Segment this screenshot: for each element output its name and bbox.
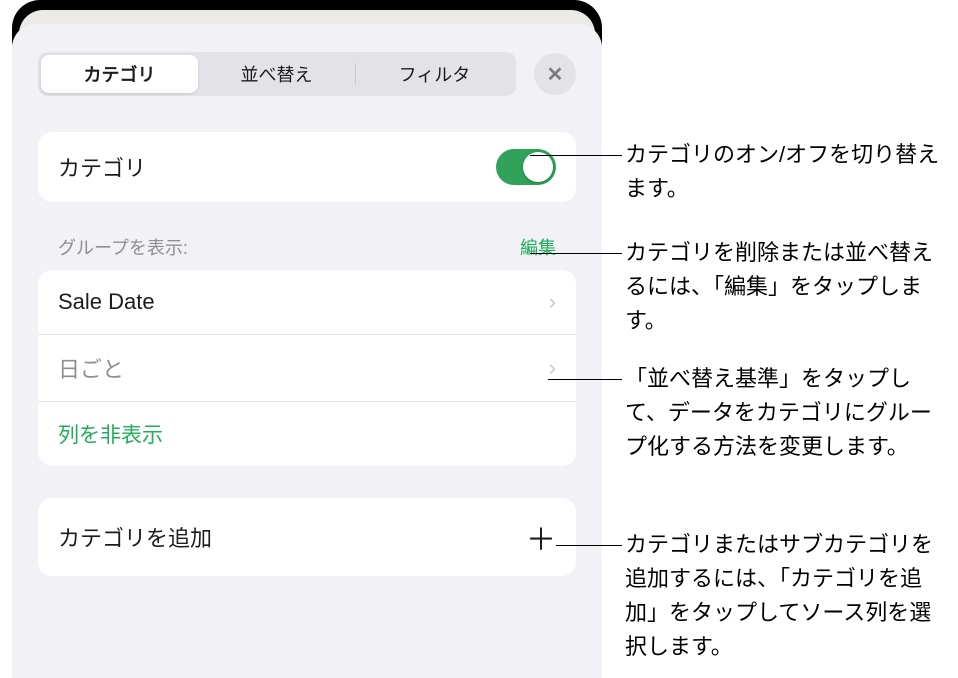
callout-sort-by: 「並べ替え基準」をタップして、データをカテゴリにグループ化する方法を変更します。 [625,362,945,464]
chevron-right-icon: › [549,355,556,381]
row-label: 日ごと [58,352,124,384]
groups-section-header: グループを表示: 編集 [38,234,576,270]
callout-text: カテゴリまたはサブカテゴリを追加するには、「カテゴリを追加」をタップしてソース列… [625,532,933,659]
tab-filter[interactable]: フィルタ [356,55,513,93]
close-icon: ✕ [547,62,564,87]
add-category-card: カテゴリを追加 ＋ [38,498,576,576]
callout-add: カテゴリまたはサブカテゴリを追加するには、「カテゴリを追加」をタップしてソース列… [625,528,945,664]
hide-column-row[interactable]: 列を非表示 [38,401,576,466]
add-category-row[interactable]: カテゴリを追加 ＋ [38,498,576,576]
panel-header: カテゴリ 並べ替え フィルタ ✕ [38,52,576,96]
callout-text: カテゴリのオン/オフを切り替えます。 [625,142,939,201]
callout-leader [530,253,622,254]
tab-categories[interactable]: カテゴリ [41,55,198,93]
close-button[interactable]: ✕ [534,53,576,95]
tab-label: フィルタ [399,61,471,87]
edit-button[interactable]: 編集 [520,234,556,260]
toggle-card: カテゴリ [38,132,576,202]
segmented-control: カテゴリ 並べ替え フィルタ [38,52,516,96]
groups-card: Sale Date › 日ごと › 列を非表示 [38,270,576,466]
callout-leader [548,379,622,380]
tab-label: 並べ替え [241,61,313,87]
callout-leader [556,545,622,546]
toggle-label: カテゴリ [58,151,146,183]
row-label: Sale Date [58,289,155,315]
row-label: 列を非表示 [58,419,163,449]
row-label: カテゴリを追加 [58,521,212,553]
callout-text: 「並べ替え基準」をタップして、データをカテゴリにグループ化する方法を変更します。 [625,366,932,459]
callout-leader [530,155,622,156]
category-panel: カテゴリ 並べ替え フィルタ ✕ カテゴリ グループを表示: 編集 Sale D… [12,24,602,678]
group-row-sale-date[interactable]: Sale Date › [38,270,576,334]
callout-text: カテゴリを削除または並べ替えるには、「編集」をタップします。 [625,240,933,333]
tab-label: カテゴリ [84,61,156,87]
chevron-right-icon: › [549,289,556,315]
callout-edit: カテゴリを削除または並べ替えるには、「編集」をタップします。 [625,236,945,338]
categories-toggle-row: カテゴリ [38,132,576,202]
plus-icon: ＋ [526,515,556,559]
section-label: グループを表示: [58,234,188,260]
tab-sort[interactable]: 並べ替え [198,55,355,93]
group-row-by-day[interactable]: 日ごと › [38,334,576,401]
callout-toggle: カテゴリのオン/オフを切り替えます。 [625,138,945,206]
